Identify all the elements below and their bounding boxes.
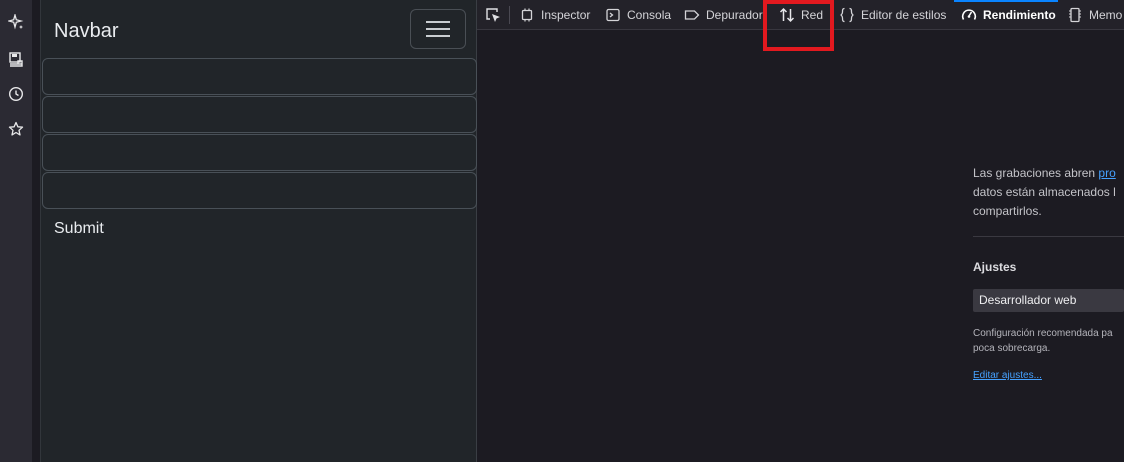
tab-label: Consola <box>627 8 672 22</box>
hint-text: poca sobrecarga. <box>973 343 1051 354</box>
page-viewport: Navbar Submit <box>40 0 477 462</box>
navbar-brand[interactable]: Navbar <box>54 20 118 43</box>
memory-icon <box>1067 7 1083 23</box>
tab-label: Rendimiento <box>983 8 1056 22</box>
tab-debugger[interactable]: Depurador <box>684 0 763 30</box>
star-icon[interactable] <box>6 119 26 139</box>
element-picker-icon[interactable] <box>484 6 502 24</box>
tab-performance[interactable]: Rendimiento <box>954 0 1058 30</box>
desc-text: compartirlos. <box>973 204 1042 218</box>
console-icon <box>605 7 621 23</box>
inspector-icon <box>519 7 535 23</box>
profiler-link[interactable]: pro <box>1098 166 1115 180</box>
hamburger-icon <box>426 21 450 37</box>
form-input-3[interactable] <box>42 134 477 171</box>
performance-description: Las grabaciones abren pro datos están al… <box>973 164 1124 221</box>
form-input-4[interactable] <box>42 172 477 209</box>
tab-label: Inspector <box>541 8 591 22</box>
braces-icon <box>839 7 855 23</box>
navbar-toggler-button[interactable] <box>410 9 466 49</box>
preset-hint: Configuración recomendada pa poca sobrec… <box>973 326 1124 356</box>
floppy-icon[interactable] <box>6 49 26 69</box>
divider <box>973 236 1124 237</box>
gauge-icon <box>961 7 977 23</box>
tab-label: Depurador <box>706 8 763 22</box>
tab-label: Editor de estilos <box>861 8 947 22</box>
submit-button[interactable]: Submit <box>54 220 104 238</box>
sidebar-rail <box>0 0 32 462</box>
devtools-panel: Inspector Consola Depurador Red Editor d… <box>477 0 1124 462</box>
tab-inspector[interactable]: Inspector <box>519 0 590 30</box>
edit-settings-link[interactable]: Editar ajustes... <box>973 370 1042 381</box>
tab-style-editor[interactable]: Editor de estilos <box>839 0 946 30</box>
hint-text: Configuración recomendada pa <box>973 328 1113 339</box>
tab-memory[interactable]: Memo <box>1067 0 1122 30</box>
clock-icon[interactable] <box>6 84 26 104</box>
preset-select[interactable]: Desarrollador web <box>973 289 1124 312</box>
desc-text: datos están almacenados l <box>973 185 1116 199</box>
highlight-box <box>763 0 834 51</box>
tab-label: Memo <box>1089 8 1123 22</box>
toolbar-separator <box>509 6 510 24</box>
screen: Navbar Submit Inspector Consola Depurado… <box>0 0 1124 462</box>
sparkle-icon[interactable] <box>6 12 26 32</box>
rail-divider <box>32 0 40 462</box>
debugger-icon <box>684 7 700 23</box>
form-input-1[interactable] <box>42 58 477 95</box>
desc-text: Las grabaciones abren <box>973 166 1099 180</box>
form-input-2[interactable] <box>42 96 477 133</box>
settings-heading: Ajustes <box>973 260 1017 274</box>
tab-console[interactable]: Consola <box>605 0 671 30</box>
